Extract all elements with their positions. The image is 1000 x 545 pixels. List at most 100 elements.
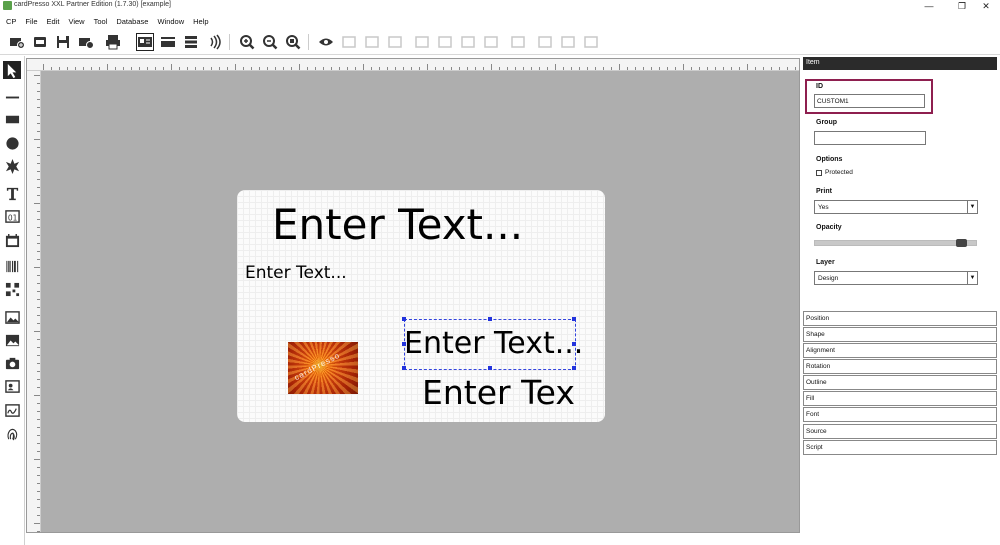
counter-icon[interactable]: 01 — [3, 207, 21, 225]
minimize-button[interactable]: — — [915, 0, 943, 12]
print-select[interactable]: Yes ▼ — [814, 200, 978, 214]
resize-handle[interactable] — [488, 317, 492, 321]
ellipse-icon[interactable] — [3, 134, 21, 152]
menu-file[interactable]: File — [25, 17, 37, 26]
chevron-down-icon[interactable]: ▼ — [967, 201, 977, 213]
open-icon[interactable] — [31, 33, 49, 51]
ruler-tick — [37, 219, 40, 220]
menu-tool[interactable]: Tool — [94, 17, 108, 26]
ruler-tick — [37, 179, 40, 180]
section-script[interactable]: Script — [803, 440, 997, 455]
ruler-tick — [37, 371, 40, 372]
ruler-tick — [37, 243, 40, 244]
menu-view[interactable]: View — [68, 17, 84, 26]
rectangle-icon[interactable] — [3, 110, 21, 128]
line-icon[interactable] — [3, 88, 21, 106]
card-text-clipped[interactable]: Enter Text — [422, 373, 574, 412]
menu-cp[interactable]: CP — [6, 17, 16, 26]
resize-handle[interactable] — [402, 317, 406, 321]
menu-window[interactable]: Window — [157, 17, 184, 26]
ruler-tick — [37, 379, 40, 380]
starburst-icon[interactable] — [3, 157, 21, 175]
section-outline[interactable]: Outline — [803, 375, 997, 390]
ruler-tick — [619, 64, 620, 70]
opacity-slider-handle[interactable] — [956, 239, 967, 247]
section-source[interactable]: Source — [803, 424, 997, 439]
protected-checkbox[interactable] — [816, 170, 822, 176]
printer-icon[interactable] — [104, 33, 122, 51]
section-alignment[interactable]: Alignment — [803, 343, 997, 358]
id-label: ID — [816, 83, 823, 90]
menu-edit[interactable]: Edit — [47, 17, 60, 26]
select-arrow-icon[interactable] — [3, 61, 21, 79]
ruler-tick — [395, 67, 396, 70]
ruler-tick — [37, 291, 40, 292]
resize-handle[interactable] — [402, 342, 406, 346]
save-as-icon[interactable] — [77, 33, 95, 51]
id-field[interactable]: CUSTOM1 — [814, 94, 925, 108]
preview-icon[interactable] — [317, 33, 335, 51]
chevron-down-icon[interactable]: ▼ — [967, 272, 977, 284]
ruler-tick — [531, 67, 532, 70]
ruler-tick — [747, 64, 748, 70]
opacity-label: Opacity — [816, 224, 842, 231]
section-font[interactable]: Font — [803, 407, 997, 422]
ruler-tick — [323, 67, 324, 70]
resize-handle[interactable] — [572, 342, 576, 346]
ruler-tick — [275, 67, 276, 70]
toolbar-separator — [308, 34, 309, 50]
menu-database[interactable]: Database — [116, 17, 148, 26]
date-icon[interactable] — [3, 231, 21, 249]
selection-box[interactable] — [402, 317, 576, 370]
camera-icon[interactable] — [3, 354, 21, 372]
ruler-tick — [755, 67, 756, 70]
opacity-slider-track[interactable] — [814, 240, 977, 246]
card-front-icon[interactable] — [136, 33, 154, 51]
group-field[interactable] — [814, 131, 926, 145]
ruler-tick — [187, 67, 188, 70]
new-card-icon[interactable] — [8, 33, 26, 51]
ruler-tick — [515, 67, 516, 70]
close-button[interactable]: ✕ — [972, 0, 1000, 12]
zoom-in-icon[interactable] — [238, 33, 256, 51]
section-shape[interactable]: Shape — [803, 327, 997, 342]
text-icon[interactable] — [3, 184, 21, 202]
ruler-tick — [171, 64, 172, 70]
zoom-out-icon[interactable] — [261, 33, 279, 51]
card-text-large[interactable]: Enter Text... — [272, 200, 523, 249]
section-fill[interactable]: Fill — [803, 391, 997, 406]
section-rotation[interactable]: Rotation — [803, 359, 997, 374]
zoom-fit-icon[interactable] — [284, 33, 302, 51]
card-back-icon[interactable] — [159, 33, 177, 51]
ruler-tick — [67, 67, 68, 70]
resize-handle[interactable] — [572, 366, 576, 370]
card-text-small[interactable]: Enter Text... — [245, 263, 347, 283]
save-icon[interactable] — [54, 33, 72, 51]
picture-icon[interactable] — [3, 331, 21, 349]
menu-help[interactable]: Help — [193, 17, 208, 26]
rfid-icon[interactable] — [205, 33, 223, 51]
resize-handle[interactable] — [402, 366, 406, 370]
resize-handle[interactable] — [488, 366, 492, 370]
qr-code-icon[interactable] — [3, 280, 21, 298]
ruler-tick — [403, 67, 404, 70]
ruler-tick — [51, 67, 52, 70]
section-position[interactable]: Position — [803, 311, 997, 326]
ruler-tick — [571, 67, 572, 70]
magnetic-stripe-icon[interactable] — [182, 33, 200, 51]
signature-icon[interactable] — [3, 401, 21, 419]
group-label: Group — [816, 119, 837, 126]
id-photo-icon[interactable] — [3, 377, 21, 395]
ruler-tick — [37, 187, 40, 188]
fingerprint-icon[interactable] — [3, 425, 21, 443]
image-icon[interactable] — [3, 308, 21, 326]
card-image[interactable]: cardPresso — [288, 342, 358, 394]
card-design[interactable]: Enter Text... Enter Text... cardPresso E… — [237, 190, 605, 422]
ruler-tick — [37, 115, 40, 116]
resize-handle[interactable] — [572, 317, 576, 321]
design-canvas[interactable]: Enter Text... Enter Text... cardPresso E… — [26, 58, 800, 533]
ruler-tick — [139, 67, 140, 70]
ruler-tick — [603, 67, 604, 70]
layer-select[interactable]: Design ▼ — [814, 271, 978, 285]
barcode-icon[interactable] — [3, 257, 21, 275]
